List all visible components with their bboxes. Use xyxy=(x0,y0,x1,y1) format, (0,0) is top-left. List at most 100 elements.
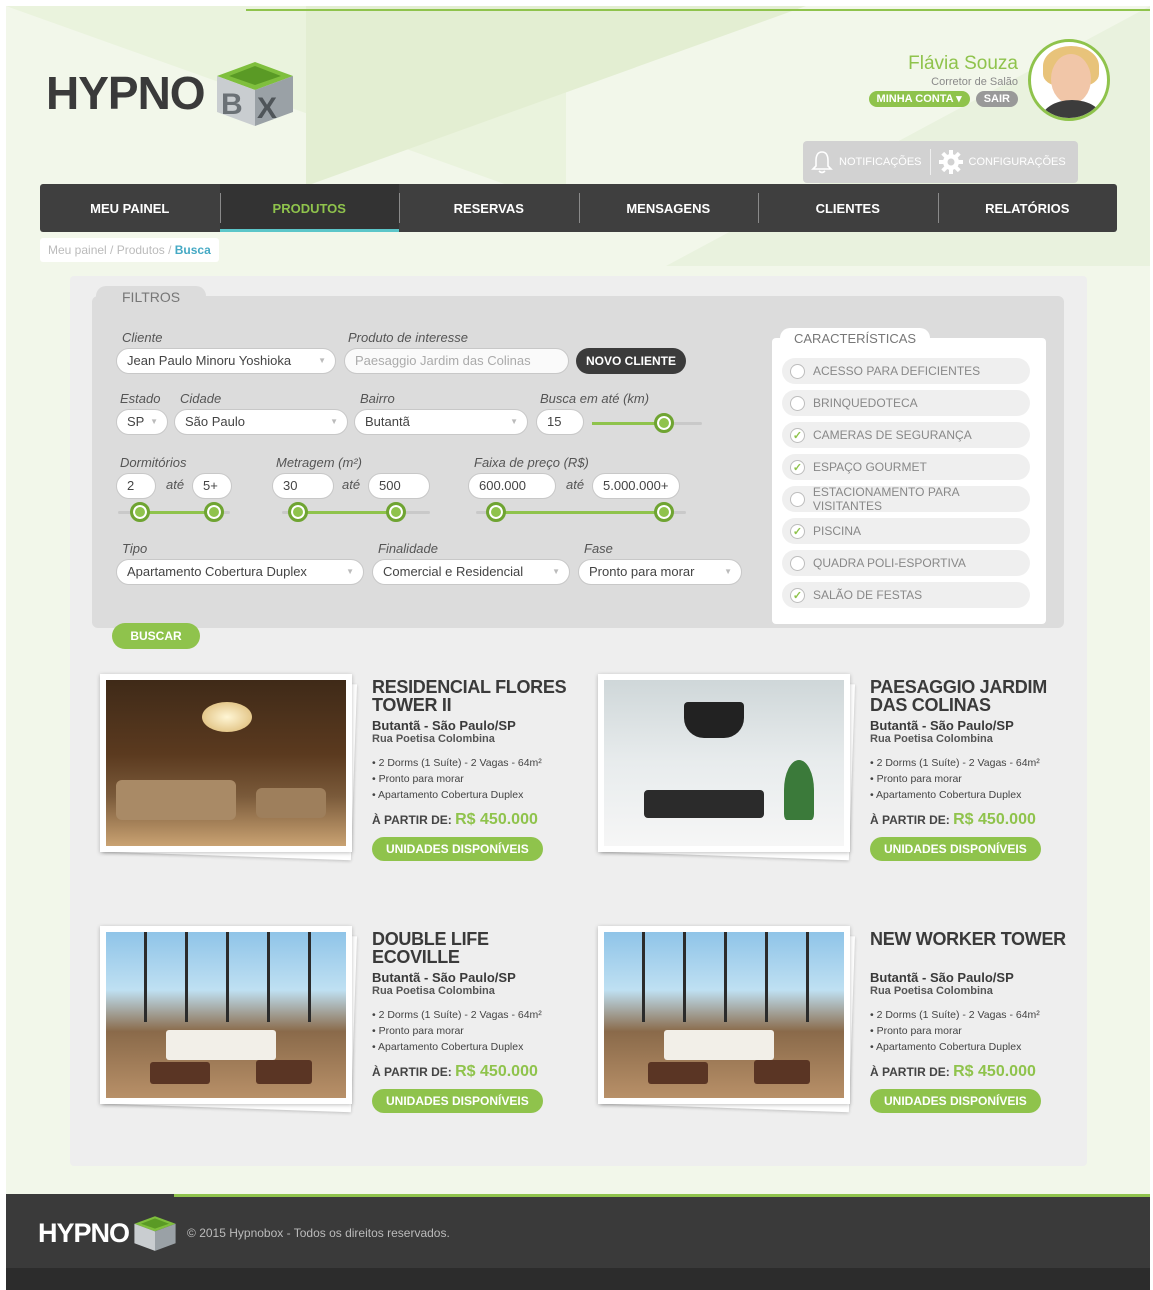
tab-reservas[interactable]: RESERVAS xyxy=(399,184,579,232)
caracteristica-label: ESTACIONAMENTO PARA VISITANTES xyxy=(812,485,959,513)
feature-item: Apartamento Cobertura Duplex xyxy=(372,1039,572,1055)
checkbox-icon[interactable] xyxy=(790,363,805,379)
slider-handle[interactable] xyxy=(386,502,406,522)
caracteristica-option[interactable]: ✓ SALÃO DE FESTAS xyxy=(782,582,1030,608)
caracteristica-label: SALÃO DE FESTAS xyxy=(813,588,923,602)
caracteristica-option[interactable]: ✓ CAMERAS DE SEGURANÇA xyxy=(782,422,1030,448)
caracteristica-label: BRINQUEDOTECA xyxy=(813,396,918,410)
settings-link[interactable]: CONFIGURAÇÕES xyxy=(938,150,1066,174)
caracteristica-option[interactable]: ✓ ESPAÇO GOURMET xyxy=(782,454,1030,480)
chevron-down-icon: ▼ xyxy=(510,417,518,426)
metragem-max-input[interactable]: 500 xyxy=(368,473,430,499)
footer: HYPNO © 2015 Hypnobox - Todos os direito… xyxy=(6,1194,1150,1290)
cidade-label: Cidade xyxy=(180,391,222,406)
tab-mensagens[interactable]: MENSAGENS xyxy=(578,184,759,232)
property-photo[interactable] xyxy=(100,674,352,852)
my-account-button[interactable]: MINHA CONTA ▾ xyxy=(868,91,970,107)
feature-item: Pronto para morar xyxy=(372,1023,572,1039)
caracteristicas-box: CARACTERÍSTICAS ACESSO PARA DEFICIENTES B… xyxy=(772,328,1046,624)
slider-handle[interactable] xyxy=(204,502,224,522)
buscar-button[interactable]: BUSCAR xyxy=(112,623,200,649)
property-title[interactable]: PAESAGGIO JARDIM DAS COLINAS xyxy=(870,678,1070,714)
breadcrumb-path[interactable]: Meu painel / Produtos / xyxy=(48,243,175,257)
produto-input[interactable]: Paesaggio Jardim das Colinas xyxy=(344,348,569,374)
bell-icon xyxy=(811,151,833,174)
box-logo-icon: B X xyxy=(216,62,293,126)
feature-item: Apartamento Cobertura Duplex xyxy=(870,787,1070,803)
checkbox-icon[interactable] xyxy=(790,491,805,507)
slider-handle[interactable] xyxy=(288,502,308,522)
dorm-slider[interactable] xyxy=(118,502,230,522)
property-title[interactable]: NEW WORKER TOWER xyxy=(870,930,1070,948)
fase-label: Fase xyxy=(584,541,613,556)
checkbox-icon[interactable] xyxy=(790,395,805,411)
checkbox-checked-icon[interactable]: ✓ xyxy=(790,587,805,603)
busca-km-input[interactable]: 15 xyxy=(536,409,584,435)
fase-select[interactable]: Pronto para morar ▼ xyxy=(578,559,742,585)
property-features: 2 Dorms (1 Suíte) - 2 Vagas - 64m² Pront… xyxy=(870,1007,1070,1055)
preco-max-input[interactable]: 5.000.000+ xyxy=(592,473,680,499)
tab-relatorios[interactable]: RELATÓRIOS xyxy=(937,184,1118,232)
checkbox-checked-icon[interactable]: ✓ xyxy=(790,459,805,475)
footer-logo[interactable]: HYPNO © 2015 Hypnobox - Todos os direito… xyxy=(38,1214,450,1252)
produto-label: Produto de interesse xyxy=(348,330,468,345)
unidades-button[interactable]: UNIDADES DISPONÍVEIS xyxy=(870,837,1041,861)
metragem-min-input[interactable]: 30 xyxy=(272,473,334,499)
logo-text: HYPNO xyxy=(46,67,206,119)
unidades-button[interactable]: UNIDADES DISPONÍVEIS xyxy=(870,1089,1041,1113)
caracteristica-option[interactable]: BRINQUEDOTECA xyxy=(782,390,1030,416)
property-photo[interactable] xyxy=(100,926,352,1104)
caracteristica-option[interactable]: ✓ PISCINA xyxy=(782,518,1030,544)
property-location: Butantã - São Paulo/SP xyxy=(870,970,1014,985)
feature-item: Pronto para morar xyxy=(870,1023,1070,1039)
feature-item: Apartamento Cobertura Duplex xyxy=(372,787,572,803)
estado-select[interactable]: SP ▼ xyxy=(116,409,168,435)
brand-logo[interactable]: HYPNO B X xyxy=(46,58,303,128)
checkbox-checked-icon[interactable]: ✓ xyxy=(790,523,805,539)
preco-min-input[interactable]: 600.000 xyxy=(468,473,556,499)
cidade-select[interactable]: São Paulo ▼ xyxy=(174,409,348,435)
preco-slider[interactable] xyxy=(476,502,686,522)
busca-label: Busca em até (km) xyxy=(540,391,650,406)
unidades-button[interactable]: UNIDADES DISPONÍVEIS xyxy=(372,1089,543,1113)
finalidade-select[interactable]: Comercial e Residencial ▼ xyxy=(372,559,570,585)
logout-button[interactable]: SAIR xyxy=(975,91,1018,107)
property-features: 2 Dorms (1 Suíte) - 2 Vagas - 64m² Pront… xyxy=(372,755,572,803)
caracteristica-option[interactable]: QUADRA POLI-ESPORTIVA xyxy=(782,550,1030,576)
slider-handle[interactable] xyxy=(654,413,674,433)
property-title[interactable]: DOUBLE LIFE ECOVILLE xyxy=(372,930,572,966)
checkbox-checked-icon[interactable]: ✓ xyxy=(790,427,805,443)
svg-text:X: X xyxy=(257,92,277,125)
caracteristica-option[interactable]: ESTACIONAMENTO PARA VISITANTES xyxy=(782,485,1030,513)
user-role: Corretor de Salão xyxy=(931,76,1018,88)
novo-cliente-button[interactable]: NOVO CLIENTE xyxy=(576,348,687,374)
busca-km-slider[interactable] xyxy=(592,413,702,433)
dorm-max-input[interactable]: 5+ xyxy=(192,473,232,499)
slider-handle[interactable] xyxy=(654,502,674,522)
property-title[interactable]: RESIDENCIAL FLORES TOWER II xyxy=(372,678,572,714)
property-price: À PARTIR DE: R$ 450.000 xyxy=(870,811,1036,828)
tab-produtos[interactable]: PRODUTOS xyxy=(219,184,399,232)
avatar[interactable] xyxy=(1028,39,1110,121)
cliente-select[interactable]: Jean Paulo Minoru Yoshioka ▼ xyxy=(116,348,336,374)
copyright-text: © 2015 Hypnobox - Todos os direitos rese… xyxy=(187,1226,450,1240)
property-photo[interactable] xyxy=(598,926,850,1104)
checkbox-icon[interactable] xyxy=(790,555,805,571)
dorm-min-input[interactable]: 2 xyxy=(116,473,156,499)
tab-clientes[interactable]: CLIENTES xyxy=(758,184,938,232)
slider-handle[interactable] xyxy=(486,502,506,522)
property-address: Rua Poetisa Colombina xyxy=(372,985,495,997)
property-photo[interactable] xyxy=(598,674,850,852)
slider-handle[interactable] xyxy=(130,502,150,522)
metragem-slider[interactable] xyxy=(282,502,430,522)
notifications-link[interactable]: NOTIFICAÇÕES xyxy=(811,150,922,174)
chevron-down-icon: ▼ xyxy=(318,356,326,365)
tipo-select[interactable]: Apartamento Cobertura Duplex ▼ xyxy=(116,559,364,585)
chevron-down-icon: ▼ xyxy=(150,417,158,426)
feature-item: 2 Dorms (1 Suíte) - 2 Vagas - 64m² xyxy=(372,755,572,771)
caracteristica-option[interactable]: ACESSO PARA DEFICIENTES xyxy=(782,358,1030,384)
tab-meu-painel[interactable]: MEU PAINEL xyxy=(40,184,220,232)
unidades-button[interactable]: UNIDADES DISPONÍVEIS xyxy=(372,837,543,861)
bairro-select[interactable]: Butantã ▼ xyxy=(354,409,528,435)
property-address: Rua Poetisa Colombina xyxy=(870,985,993,997)
